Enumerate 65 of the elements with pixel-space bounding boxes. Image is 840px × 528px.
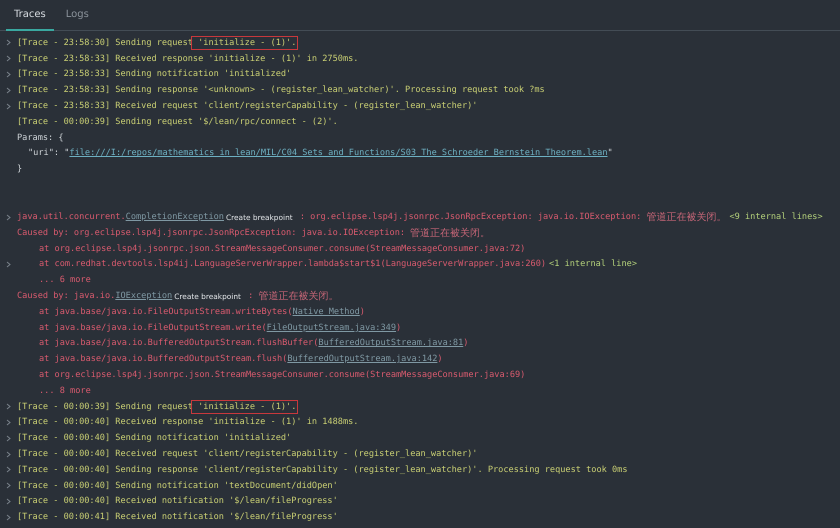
source-link[interactable]: file:///I:/repos/mathematics_in_lean/MIL/C04_Sets_and_Functions/S03_The_Schroeder_Bernstein_Theorem.lean xyxy=(69,148,608,158)
log-text: [Trace - 00:00:40] Received request 'client/registerCapability - (register_lean_watcher)' xyxy=(17,449,478,460)
log-text: 管道正在被关闭。 xyxy=(258,290,338,304)
chevron-icon[interactable] xyxy=(6,498,11,505)
source-link[interactable]: FileOutputStream.java:349 xyxy=(266,322,396,333)
log-text: ... 6 more xyxy=(39,275,91,286)
log-text: [Trace - 00:00:40] Sending response 'client/registerCapability - (register_lean_watcher)'. Processing request took 0ms xyxy=(17,464,628,475)
chevron-icon[interactable] xyxy=(6,466,11,474)
log-text: [Trace - 23:58:33] Received request 'client/registerCapability - (register_lean_watcher)' xyxy=(17,101,478,112)
chevron-icon[interactable] xyxy=(6,482,11,490)
log-text: [Trace - 00:00:41] Received notification '$/lean/fileProgress' xyxy=(17,512,338,522)
log-text: Params: { xyxy=(17,132,64,143)
log-text: [Trace - 23:58:33] Sending notification 'initialized' xyxy=(17,69,292,80)
log-text: ) xyxy=(437,354,443,364)
log-text: [Trace - 00:00:39] Sending request '$/lean/rpc/connect - (2)'. xyxy=(17,116,338,127)
source-link[interactable]: Native Method xyxy=(292,306,360,317)
tab[interactable]: Logs xyxy=(58,0,97,31)
chevron-icon[interactable] xyxy=(6,450,11,458)
chevron-icon[interactable] xyxy=(6,39,11,46)
chevron-icon[interactable] xyxy=(6,102,11,110)
highlighted-text: 'initialize - (1)'. xyxy=(192,402,296,412)
log-text: at java.base/java.io.FileOutputStream.writeBytes( xyxy=(39,306,293,317)
log-text: [Trace - 00:00:40] Sending notification 'initialized' xyxy=(17,433,292,444)
chevron-icon[interactable] xyxy=(6,434,11,442)
chevron-icon[interactable] xyxy=(6,86,11,94)
log-text: [Trace - 00:00:40] Received notification '$/lean/fileProgress' xyxy=(17,496,338,506)
chevron-icon[interactable] xyxy=(6,403,11,410)
source-link[interactable]: IOException xyxy=(115,291,172,302)
log-text: ) xyxy=(396,322,402,333)
log-text: Caused by: org.eclipse.lsp4j.jsonrpc.JsonRpcException: java.io.IOException: xyxy=(17,228,406,238)
log-text: at java.base/java.io.BufferedOutputStream.flushBuffer( xyxy=(39,338,318,348)
log-text: [Trace - 00:00:40] Sending notification 'textDocument/didOpen' xyxy=(17,480,338,491)
internal-lines-link[interactable]: <1 internal line> xyxy=(549,259,638,270)
chevron-icon[interactable] xyxy=(6,514,11,521)
log-text: " xyxy=(608,148,613,158)
log-text: ) xyxy=(463,338,468,348)
log-text: [Trace - 23:58:33] Received response 'initialize - (1)' in 2750ms. xyxy=(17,54,358,64)
tab[interactable]: Traces xyxy=(6,0,54,31)
log-text: 管道正在被关闭。 xyxy=(410,226,490,240)
source-link[interactable]: CompletionException xyxy=(126,212,224,222)
log-text: ) xyxy=(360,306,365,317)
log-text: at org.eclipse.lsp4j.jsonrpc.json.StreamMessageConsumer.consume(StreamMessageConsumer.java:69) xyxy=(39,370,526,380)
log-text: "uri": " xyxy=(28,148,70,158)
log-text: : org.eclipse.lsp4j.jsonrpc.JsonRpcException: java.io.IOException: xyxy=(298,212,642,222)
log-text: java.util.concurrent. xyxy=(17,212,126,222)
log-text: at org.eclipse.lsp4j.jsonrpc.json.StreamMessageConsumer.consume(StreamMessageConsumer.java:72) xyxy=(39,244,526,254)
log-text: at java.base/java.io.FileOutputStream.write( xyxy=(39,322,267,333)
log-text: Caused by: java.io. xyxy=(17,291,116,302)
log-text: ... 8 more xyxy=(39,386,91,396)
log-text: [Trace - 23:58:33] Sending response '<unknown> - (register_lean_watcher)'. Processing request took ?ms xyxy=(17,85,545,96)
highlighted-text: 'initialize - (1)'. xyxy=(192,38,296,48)
chevron-icon[interactable] xyxy=(6,70,11,78)
log-text: at java.base/java.io.BufferedOutputStream.flush( xyxy=(39,354,288,364)
log-text: [Trace - 00:00:40] Received response 'initialize - (1)' in 1488ms. xyxy=(17,417,358,428)
log-text: : xyxy=(247,291,254,302)
source-link[interactable]: BufferedOutputStream.java:81 xyxy=(318,338,464,348)
internal-lines-link[interactable]: <9 internal lines> xyxy=(729,212,823,222)
log-text: 管道正在被关闭。 xyxy=(646,210,726,224)
log-text: at com.redhat.devtools.lsp4ij.LanguageServerWrapper.lambda$start$1(LanguageServerWrapper.java:260) xyxy=(39,259,546,270)
chevron-icon[interactable] xyxy=(6,418,11,426)
log-text: } xyxy=(17,164,22,174)
chevron-icon[interactable] xyxy=(6,260,11,268)
chevron-icon[interactable] xyxy=(6,55,11,62)
source-link[interactable]: BufferedOutputStream.java:142 xyxy=(287,354,438,364)
chevron-icon[interactable] xyxy=(6,214,11,221)
